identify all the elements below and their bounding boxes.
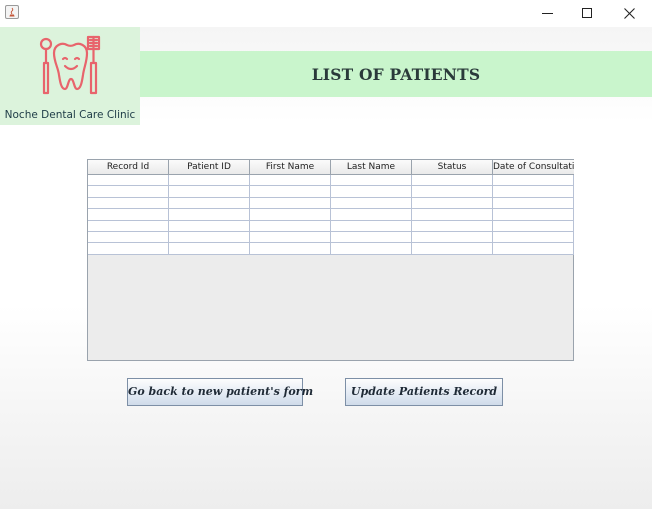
table-row[interactable]: [88, 220, 574, 232]
tooth-logo-icon: [39, 35, 101, 95]
table-cell[interactable]: [169, 231, 250, 244]
table-cell[interactable]: [493, 220, 574, 232]
table-cell[interactable]: [169, 186, 250, 198]
table-cell[interactable]: [169, 197, 250, 210]
clinic-name: Noche Dental Care Clinic: [4, 109, 136, 121]
maximize-button[interactable]: [567, 0, 609, 27]
table-cell[interactable]: [88, 243, 169, 255]
minimize-button[interactable]: [527, 0, 569, 27]
table-cell[interactable]: [331, 231, 412, 244]
table-row[interactable]: [88, 175, 574, 187]
table-row[interactable]: [88, 197, 574, 210]
column-header-date-of-consultation[interactable]: Date of Consultati...: [493, 160, 574, 175]
table-cell[interactable]: [493, 209, 574, 221]
table-cell[interactable]: [169, 220, 250, 232]
page-title: LIST OF PATIENTS: [311, 65, 481, 84]
table-cell[interactable]: [88, 231, 169, 244]
table-cell[interactable]: [493, 231, 574, 244]
table-cell[interactable]: [88, 220, 169, 232]
table-cell[interactable]: [88, 197, 169, 210]
column-header-status[interactable]: Status: [412, 160, 493, 175]
table-cell[interactable]: [88, 209, 169, 221]
table-cell[interactable]: [493, 197, 574, 210]
table-cell[interactable]: [250, 175, 331, 187]
table-cell[interactable]: [331, 220, 412, 232]
update-patients-record-button[interactable]: Update Patients Record: [345, 378, 503, 406]
table-cell[interactable]: [412, 243, 493, 255]
maximize-icon: [582, 8, 592, 18]
column-header-first-name[interactable]: First Name: [250, 160, 331, 175]
close-button[interactable]: [609, 0, 651, 27]
table-cell[interactable]: [250, 231, 331, 244]
table-row[interactable]: [88, 231, 574, 244]
table-row[interactable]: [88, 243, 574, 255]
table-cell[interactable]: [88, 186, 169, 198]
table-cell[interactable]: [412, 231, 493, 244]
table-cell[interactable]: [169, 175, 250, 187]
table-cell[interactable]: [412, 186, 493, 198]
table-cell[interactable]: [331, 197, 412, 210]
table-cell[interactable]: [169, 209, 250, 221]
minimize-icon: [542, 13, 553, 14]
table-cell[interactable]: [250, 209, 331, 221]
table-cell[interactable]: [412, 197, 493, 210]
table-cell[interactable]: [493, 175, 574, 187]
table-cell[interactable]: [331, 175, 412, 187]
table-header: Record Id Patient ID First Name Last Nam…: [88, 160, 574, 175]
clinic-logo: Noche Dental Care Clinic: [0, 27, 140, 125]
close-icon: [624, 8, 635, 19]
go-back-to-new-patient-form-button[interactable]: Go back to new patient's form: [127, 378, 313, 406]
table-cell[interactable]: [88, 175, 169, 187]
table-cell[interactable]: [331, 209, 412, 221]
table-cell[interactable]: [412, 220, 493, 232]
table-cell[interactable]: [169, 243, 250, 255]
table-cell[interactable]: [250, 186, 331, 198]
table-cell[interactable]: [250, 197, 331, 210]
table-cell[interactable]: [412, 175, 493, 187]
table-cell[interactable]: [250, 243, 331, 255]
table-row[interactable]: [88, 186, 574, 198]
table-cell[interactable]: [493, 186, 574, 198]
java-app-icon: [5, 5, 19, 19]
table-cell[interactable]: [412, 209, 493, 221]
column-header-last-name[interactable]: Last Name: [331, 160, 412, 175]
header-band: LIST OF PATIENTS: [140, 51, 652, 97]
column-header-record-id[interactable]: Record Id: [88, 160, 169, 175]
table-cell[interactable]: [493, 243, 574, 255]
patients-table[interactable]: Record Id Patient ID First Name Last Nam…: [87, 159, 574, 361]
column-header-patient-id[interactable]: Patient ID: [169, 160, 250, 175]
table-cell[interactable]: [331, 186, 412, 198]
window-title-bar: [0, 0, 652, 27]
table-body: [88, 175, 574, 255]
table-row[interactable]: [88, 209, 574, 221]
table-cell[interactable]: [250, 220, 331, 232]
table-cell[interactable]: [331, 243, 412, 255]
